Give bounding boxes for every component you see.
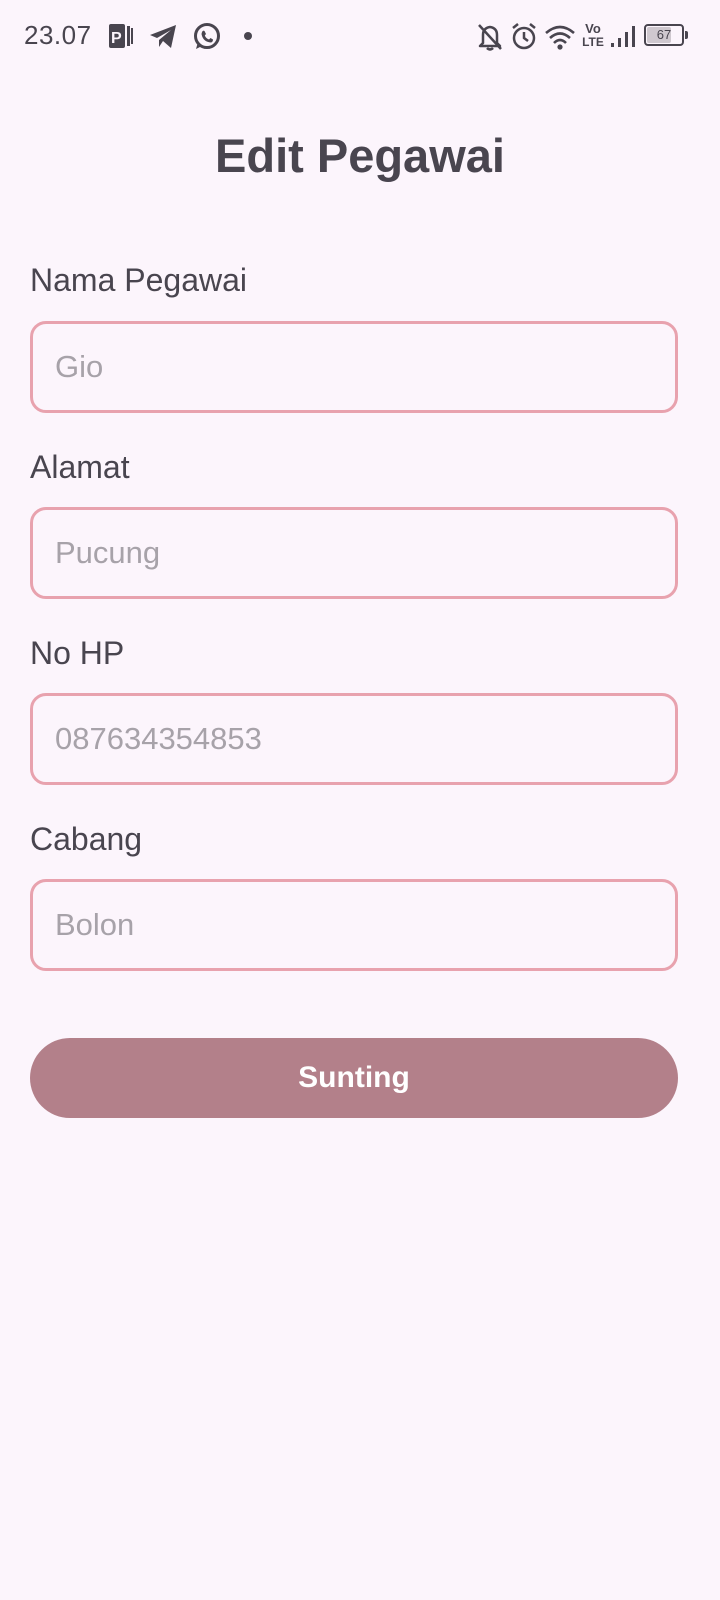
alarm-icon <box>512 23 536 50</box>
notification-dot-icon <box>244 32 252 40</box>
address-label: Alamat <box>30 449 130 485</box>
notifications-off-icon <box>478 24 502 51</box>
employee-name-label: Nama Pegawai <box>30 262 247 298</box>
employee-name-input[interactable] <box>30 321 678 413</box>
branch-input[interactable] <box>30 879 678 971</box>
battery-level: 67 <box>656 27 672 42</box>
wifi-icon <box>545 25 575 50</box>
status-right-icons: Vo LTE 67 <box>476 22 696 52</box>
phone-label: No HP <box>30 635 125 671</box>
signal-icon <box>611 26 635 47</box>
telegram-icon <box>150 25 176 48</box>
volte-icon: Vo LTE <box>580 22 606 52</box>
whatsapp-icon <box>194 23 220 49</box>
page-title: Edit Pegawai <box>215 129 505 182</box>
status-bar: 23.07 P Vo LTE 67 <box>0 0 720 74</box>
status-time: 23.07 <box>24 20 92 50</box>
volte-label-bottom: LTE <box>582 35 604 49</box>
battery-icon: 67 <box>644 24 688 46</box>
edit-submit-button[interactable]: Sunting <box>30 1038 678 1118</box>
parking-app-icon: P <box>109 24 133 48</box>
address-input[interactable] <box>30 507 678 599</box>
svg-text:P: P <box>111 30 122 47</box>
branch-label: Cabang <box>30 821 143 857</box>
volte-label-top: Vo <box>585 21 601 36</box>
phone-input[interactable] <box>30 693 678 785</box>
